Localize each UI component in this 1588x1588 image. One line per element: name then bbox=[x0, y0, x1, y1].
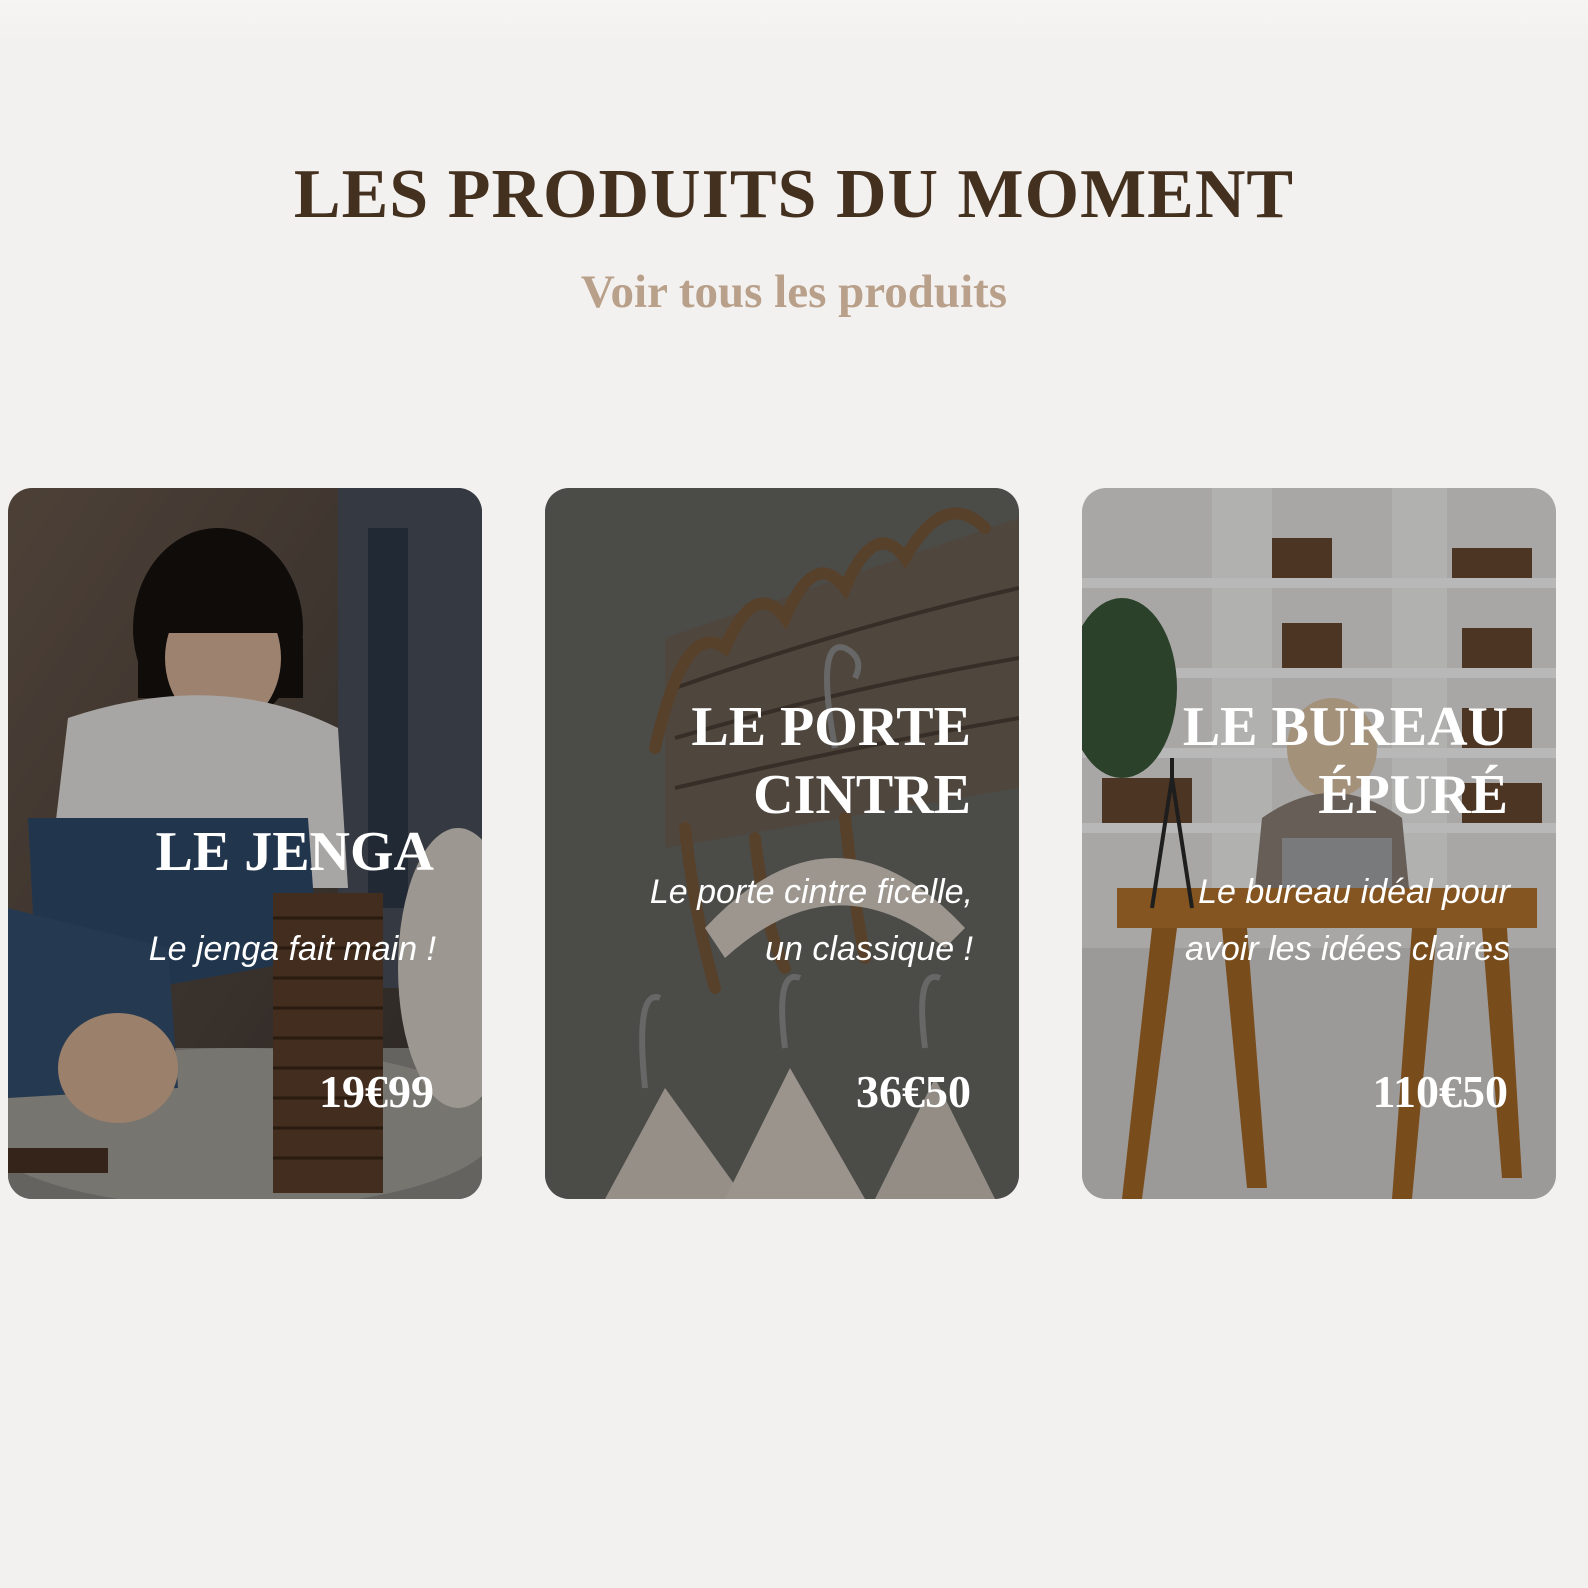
product-description: Le jenga fait main ! bbox=[148, 930, 436, 968]
product-price: 110€50 bbox=[1372, 1066, 1508, 1117]
product-description: Le bureau idéal pour avoir les idées cla… bbox=[1184, 873, 1510, 968]
product-title: LE BUREAU ÉPURÉ bbox=[1182, 696, 1508, 826]
product-card-porte-cintre[interactable]: LE PORTE CINTRE Le porte cintre ficelle,… bbox=[545, 488, 1019, 1199]
product-card-jenga[interactable]: LE JENGA Le jenga fait main ! 19€99 bbox=[8, 488, 482, 1199]
product-card-bureau[interactable]: LE BUREAU ÉPURÉ Le bureau idéal pour avo… bbox=[1082, 488, 1556, 1199]
product-price: 19€99 bbox=[319, 1066, 434, 1117]
product-description: Le porte cintre ficelle, un classique ! bbox=[649, 873, 973, 968]
section-title: LES PRODUITS DU MOMENT bbox=[293, 156, 1295, 233]
see-all-products-link[interactable]: Voir tous les produits bbox=[0, 262, 1588, 322]
product-title: LE PORTE CINTRE bbox=[691, 696, 971, 826]
product-title: LE JENGA bbox=[155, 821, 435, 883]
top-band bbox=[0, 0, 1588, 42]
product-price: 36€50 bbox=[856, 1066, 971, 1117]
